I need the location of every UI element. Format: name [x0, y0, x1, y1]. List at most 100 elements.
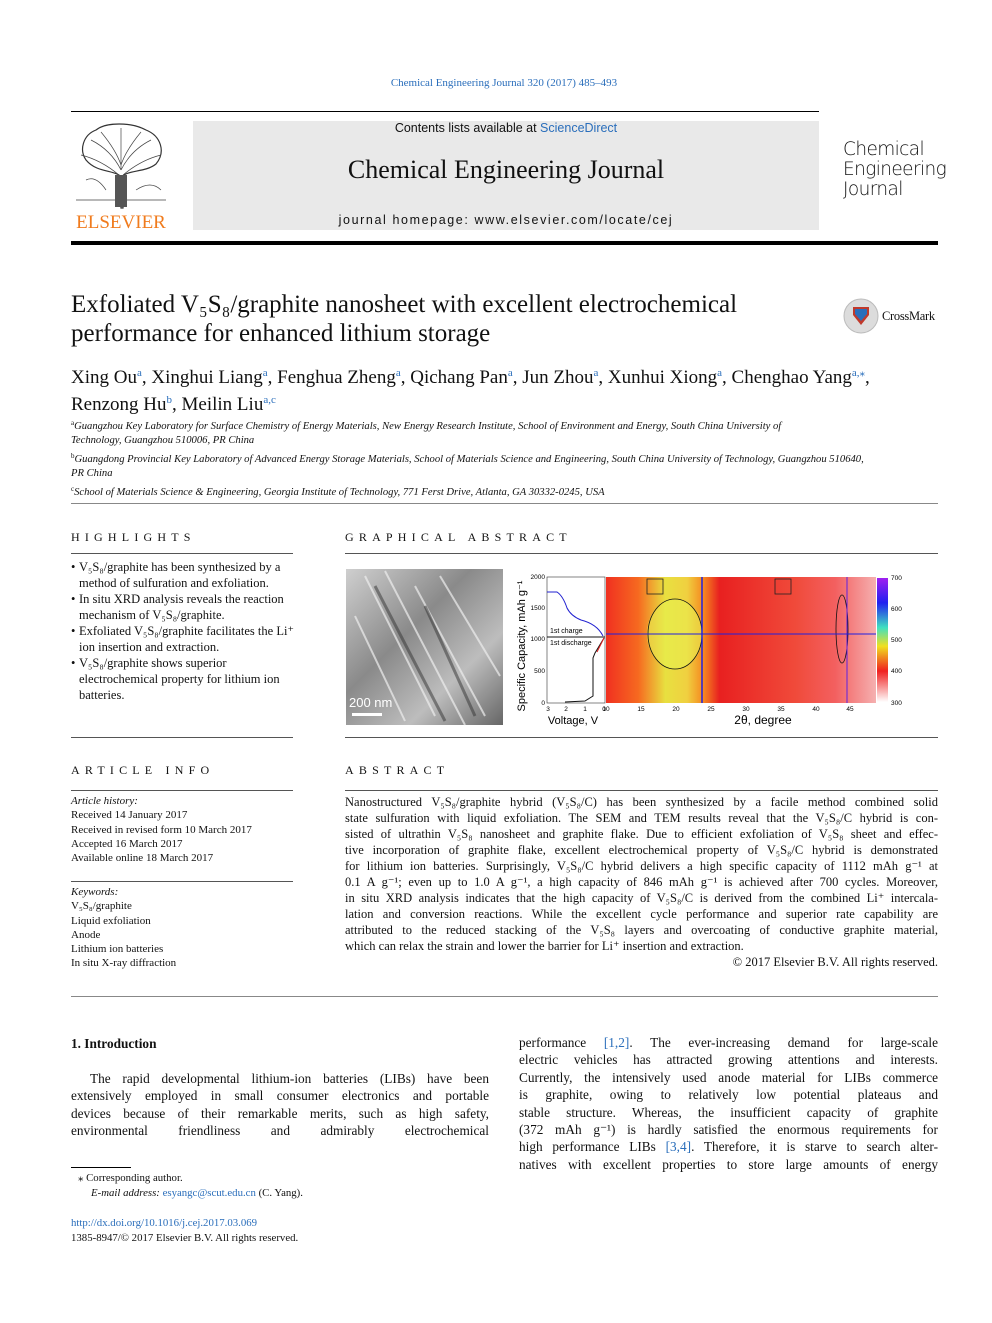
journal-logo-line: Journal [843, 179, 903, 200]
highlight-item: V₅S₈/graphite shows superior electrochem… [71, 655, 295, 703]
body-line: devices because of their remarkable meri… [71, 1105, 489, 1121]
author[interactable]: Renzong Hu [71, 394, 167, 415]
divider [345, 790, 938, 791]
divider [71, 553, 293, 554]
elsevier-logo: ELSEVIER [71, 120, 171, 233]
scale-bar [352, 713, 382, 716]
email-note: E-mail address: esyangc@scut.edu.cn (C. … [91, 1186, 303, 1201]
affiliation-mark[interactable]: a [137, 367, 142, 379]
body-line: is graphite, owing to relatively low pot… [519, 1087, 938, 1103]
section-heading-introduction: 1. Introduction [71, 1036, 157, 1051]
affiliation-mark[interactable]: a,c [263, 394, 276, 406]
abstract-text: Nanostructured V₅S₈/graphite hybrid (V₅S… [345, 794, 938, 970]
author[interactable]: Jun Zhou [522, 367, 593, 388]
colorbar-tick: 600 [891, 606, 902, 613]
keyword: In situ X-ray diffraction [71, 957, 177, 970]
journal-logo-line: Engineering [843, 159, 947, 180]
divider [345, 553, 938, 554]
history-item: Received 14 January 2017 [71, 809, 188, 822]
journal-title: Chemical Engineering Journal [347, 155, 665, 184]
affiliation-mark[interactable]: a [594, 367, 599, 379]
body-line: environmental friendliness and admirably… [71, 1123, 489, 1139]
highlights-heading: HIGHLIGHTS [71, 530, 196, 544]
divider [345, 737, 938, 738]
xrd-heatmap: 10 15 20 25 30 35 40 45 2θ, degree [602, 577, 876, 727]
affiliation-mark[interactable]: a [717, 367, 722, 379]
divider [71, 737, 293, 738]
body-line: performance [1,2]. The ever-increasing d… [519, 1034, 938, 1051]
colorbar-tick: 700 [891, 575, 902, 582]
abstract-line: which can relax the strain and lower the… [345, 939, 744, 953]
author[interactable]: Qichang Pan [410, 367, 508, 388]
x-tick: 45 [846, 706, 854, 713]
header-thick-rule [71, 241, 938, 245]
affiliation-text: School of Materials Science & Engineerin… [74, 486, 605, 498]
graphical-abstract-figure: 200 nm Specific Capacity, mAh g⁻¹ 0 500 … [345, 566, 905, 728]
doi-link[interactable]: http://dx.doi.org/10.1016/j.cej.2017.03.… [71, 1216, 257, 1231]
affiliation-mark[interactable]: b [167, 394, 173, 406]
citation-link[interactable]: [1,2] [604, 1035, 629, 1050]
journal-reference[interactable]: Chemical Engineering Journal 320 (2017) … [0, 77, 992, 89]
article-history: Article history: Received 14 January 201… [71, 794, 293, 865]
sciencedirect-link[interactable]: ScienceDirect [540, 121, 617, 135]
highlight-item: Exfoliated V₅S₈/graphite facilitates the… [71, 623, 295, 655]
email-link[interactable]: esyangc@scut.edu.cn [163, 1187, 256, 1199]
author[interactable]: Xunhui Xiong [608, 367, 717, 388]
abstract-line: attributed to the reduced stacking of th… [345, 923, 938, 937]
x-tick: 15 [637, 706, 645, 713]
keyword: Anode [71, 928, 101, 941]
footnote-rule [71, 1167, 131, 1168]
abstract-line: Nanostructured V₅S₈/graphite hybrid (V₅S… [345, 795, 938, 809]
abstract-heading: ABSTRACT [345, 763, 450, 777]
text-segment: . The ever-increasing demand for large-s… [629, 1035, 938, 1050]
body-line: extensively employed in small consumer e… [71, 1088, 489, 1104]
xrd-axis-label: 2θ, degree [734, 713, 792, 727]
capacity-axis-label: Specific Capacity, mAh g⁻¹ [516, 580, 528, 711]
keywords: Keywords: V₅S₈/graphite Liquid exfoliati… [71, 885, 293, 971]
paper-page: Chemical Engineering Journal 320 (2017) … [0, 0, 992, 1323]
affiliation-text: PR China [71, 468, 113, 480]
affiliation: cSchool of Materials Science & Engineeri… [71, 482, 941, 500]
y-tick: 1000 [531, 636, 546, 643]
author[interactable]: Chenghao Yang [732, 367, 852, 388]
body-line: high performance LIBs [3,4]. Therefore, … [519, 1138, 938, 1155]
title-line: performance for enhanced lithium storage [71, 320, 491, 347]
citation-link[interactable]: [3,4] [666, 1139, 691, 1154]
divider [71, 111, 819, 112]
affiliation-mark[interactable]: a,⁎ [852, 367, 865, 379]
x-tick: 25 [707, 706, 715, 713]
body-line: stable structure. Whereas, the insuffici… [519, 1104, 938, 1120]
history-label: Article history: [71, 795, 138, 807]
divider [71, 996, 938, 997]
author[interactable]: Xing Ou [71, 367, 137, 388]
affiliation-text: Technology, Guangzhou 510006, PR China [71, 435, 255, 447]
journal-logo-line: Chemical [843, 139, 925, 160]
abstract-line: for lithium ion batteries. Surprisingly,… [345, 859, 938, 873]
history-item: Available online 18 March 2017 [71, 852, 214, 865]
crossmark-button[interactable]: CrossMark [843, 298, 935, 334]
affiliation-mark[interactable]: a [508, 367, 513, 379]
y-tick: 0 [541, 700, 545, 707]
affiliation-mark[interactable]: a [263, 367, 268, 379]
charge-label: 1st charge [550, 628, 583, 635]
intro-column-2: performance [1,2]. The ever-increasing d… [519, 1034, 938, 1173]
x-tick: 20 [672, 706, 680, 713]
affiliation-text: Guangdong Provincial Key Laboratory of A… [74, 453, 864, 465]
article-title: Exfoliated V₅S₈/graphite nanosheet with … [71, 290, 737, 348]
y-tick: 2000 [531, 574, 546, 581]
graphical-abstract-heading: GRAPHICAL ABSTRACT [345, 530, 572, 544]
author[interactable]: Fenghua Zheng [277, 367, 396, 388]
x-tick: 3 [546, 706, 550, 713]
affiliation-mark[interactable]: a [396, 367, 401, 379]
author[interactable]: Xinghui Liang [151, 367, 262, 388]
y-tick: 500 [534, 668, 545, 675]
author-list: Xing Oua, Xinghui Lianga, Fenghua Zhenga… [71, 367, 870, 415]
history-item: Accepted 16 March 2017 [71, 837, 183, 850]
author[interactable]: Meilin Liu [182, 394, 264, 415]
journal-homepage[interactable]: journal homepage: www.elsevier.com/locat… [193, 213, 819, 227]
body-line: natives with excellent properties to sto… [519, 1156, 938, 1172]
intro-column-1: The rapid developmental lithium-ion batt… [71, 1070, 489, 1140]
x-tick: 1 [583, 706, 587, 713]
title-line: Exfoliated V₅S₈/graphite nanosheet with … [71, 291, 738, 318]
corresponding-author-note: ⁎ Corresponding author. [78, 1172, 183, 1184]
